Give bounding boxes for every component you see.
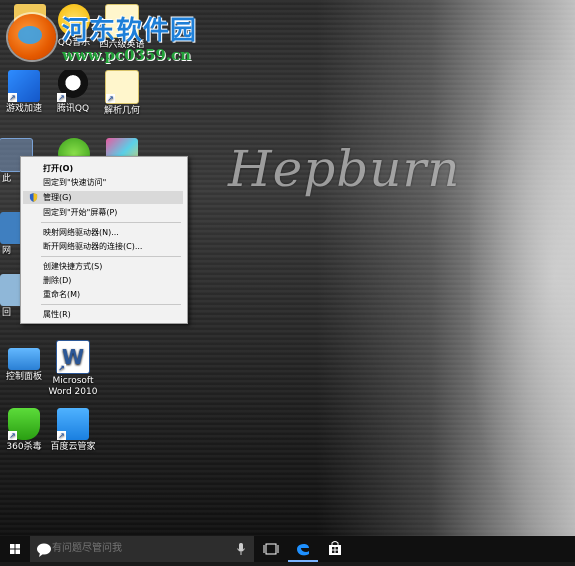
game-accelerator-icon: ↗ [8, 70, 40, 102]
menu-item-delete[interactable]: 删除(D) [23, 274, 183, 287]
shortcut-arrow-icon: ↗ [57, 431, 66, 440]
context-menu: 打开(O) 固定到"快速访问" 管理(G) 固定到"开始"屏幕(P) 映射网络驱… [20, 156, 188, 324]
watermark-url: www.pc0359.cn [62, 46, 192, 64]
windows-logo-icon [10, 544, 20, 554]
menu-item-manage[interactable]: 管理(G) [23, 191, 183, 204]
desktop-icon-label: Microsoft Word 2010 [48, 376, 98, 397]
edge-taskbar-button[interactable] [288, 536, 318, 562]
document-icon: ↗ [105, 70, 139, 104]
menu-separator [41, 304, 181, 305]
menu-item-disconnect-network-drive[interactable]: 断开网络驱动器的连接(C)... [23, 240, 183, 253]
cortana-search-box[interactable] [30, 536, 254, 562]
control-panel-icon [8, 348, 40, 370]
menu-item-pin-start[interactable]: 固定到"开始"屏幕(P) [23, 206, 183, 219]
task-view-icon [263, 543, 279, 555]
task-view-button[interactable] [256, 536, 286, 562]
word-icon: W ↗ [56, 340, 90, 374]
shortcut-arrow-icon: ↗ [8, 431, 17, 440]
microphone-icon[interactable] [234, 536, 248, 562]
uac-shield-icon [29, 193, 38, 202]
shortcut-arrow-icon: ↗ [8, 93, 17, 102]
menu-separator [41, 222, 181, 223]
baidu-cloud-icon: ↗ [57, 408, 89, 440]
shortcut-arrow-icon: ↗ [57, 364, 66, 373]
menu-item-label: 管理(G) [43, 193, 72, 202]
watermark-site-name: 河东软件园 [62, 16, 198, 46]
shortcut-arrow-icon: ↗ [57, 93, 66, 102]
shortcut-arrow-icon: ↗ [106, 94, 115, 103]
search-input[interactable] [52, 536, 222, 562]
menu-item-properties[interactable]: 属性(R) [23, 308, 183, 321]
store-bag-icon [329, 541, 341, 555]
start-button[interactable] [0, 536, 30, 562]
edge-browser-icon [297, 543, 309, 556]
taskbar [0, 536, 575, 562]
desktop-icon-label: 百度云管家 [50, 442, 96, 452]
desktop-icon-baidu-cloud[interactable]: ↗ 百度云管家 [43, 408, 103, 453]
menu-separator [41, 256, 181, 257]
cortana-icon [37, 543, 51, 557]
desktop-icon-analytic-geometry[interactable]: ↗ 解析几何 [92, 70, 152, 117]
desktop-icon-word-2010[interactable]: W ↗ Microsoft Word 2010 [43, 340, 103, 398]
menu-item-pin-quick-access[interactable]: 固定到"快速访问" [23, 176, 183, 189]
desktop-icon-label: 解析几何 [103, 106, 140, 116]
menu-item-rename[interactable]: 重命名(M) [23, 288, 183, 301]
store-taskbar-button[interactable] [320, 536, 350, 562]
qq-penguin-icon: ↗ [57, 70, 89, 102]
menu-item-open[interactable]: 打开(O) [23, 162, 183, 175]
menu-item-create-shortcut[interactable]: 创建快捷方式(S) [23, 260, 183, 273]
menu-item-map-network-drive[interactable]: 映射网络驱动器(N)... [23, 226, 183, 239]
watermark-logo [8, 14, 56, 60]
desktop[interactable]: Hepburn QQ音乐 四六级英语 ↗ 游戏加速 ↗ 腾讯QQ ↗ 解析几何 … [0, 0, 575, 536]
wallpaper-text: Hepburn [228, 140, 461, 198]
shield-360-icon: ↗ [8, 408, 40, 440]
wallpaper-figure [470, 60, 575, 536]
